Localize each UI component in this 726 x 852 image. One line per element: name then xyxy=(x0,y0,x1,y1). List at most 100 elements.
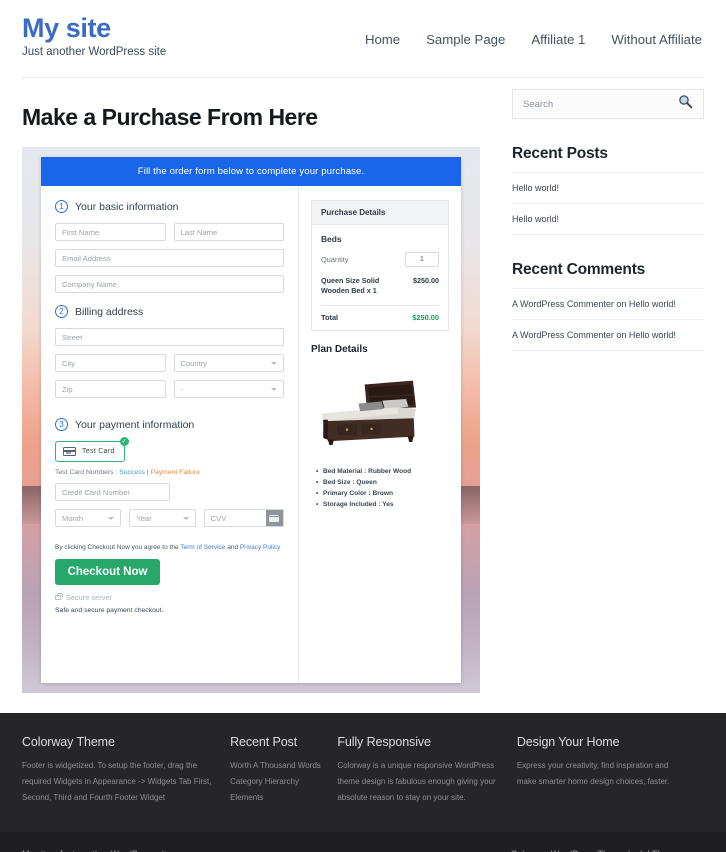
spec-item: Primary Color : Brown xyxy=(316,489,449,500)
site-title[interactable]: My site xyxy=(22,14,166,43)
name-row: First Name Last Name xyxy=(55,223,284,249)
terms-agreement-text: By clicking Checkout Now you agree to th… xyxy=(55,544,284,551)
recent-comments-list: A WordPress Commenter on Hello world! A … xyxy=(512,289,704,351)
nav-item-affiliate-1[interactable]: Affiliate 1 xyxy=(531,32,585,47)
country-select-text: Country xyxy=(180,358,208,368)
recent-post-item[interactable]: Hello world! xyxy=(512,173,704,204)
expiry-cvv-row: Month Year CVV xyxy=(55,509,284,535)
footer-column-title: Fully Responsive xyxy=(337,735,431,749)
recent-comments-title: Recent Comments xyxy=(512,261,704,289)
purchase-details-title: Purchase Details xyxy=(312,201,448,225)
page-title: Make a Purchase From Here xyxy=(22,104,318,130)
spec-item: Storage Included : Yes xyxy=(316,500,449,511)
test-card-option[interactable]: Test Card xyxy=(55,441,125,462)
primary-navigation: Home Sample Page Affiliate 1 Without Aff… xyxy=(365,14,704,47)
search-input[interactable]: Search xyxy=(523,99,553,110)
footer-column-text: Footer is widgetized. To setup the foote… xyxy=(22,761,212,802)
quantity-label: Quantity xyxy=(321,255,349,264)
credit-card-number-input[interactable]: Credit Card Number xyxy=(55,483,170,501)
first-name-input[interactable]: First Name xyxy=(55,223,166,241)
last-name-input[interactable]: Last Name xyxy=(173,223,284,241)
secure-server-row: Secure server xyxy=(55,593,284,602)
test-card-label: Test Card xyxy=(82,448,115,455)
footer-column-fully-responsive: Fully Responsive Colorway is a unique re… xyxy=(337,735,517,806)
test-success-link[interactable]: Success xyxy=(119,469,145,476)
chevron-down-icon xyxy=(108,516,115,520)
footer-bottom-bar: My site - Just another WordPress site Co… xyxy=(0,832,726,852)
checkout-card: Fill the order form below to complete yo… xyxy=(41,157,461,683)
footer-column-design-your-home: Design Your Home Express your creativity… xyxy=(517,735,704,806)
bed-product-image xyxy=(311,361,449,457)
footer-column-title: Recent Post xyxy=(230,735,298,749)
site-header: My site Just another WordPress site Home… xyxy=(0,0,726,78)
bed-specs-list: Bed Material : Rubber Wood Bed Size : Qu… xyxy=(311,467,449,511)
country-select[interactable]: Country xyxy=(173,354,284,372)
terms-and: and xyxy=(225,544,240,551)
footer-list-item[interactable]: Worth A Thousand Words xyxy=(230,758,323,774)
checkout-now-button[interactable]: Checkout Now xyxy=(55,559,160,585)
recent-comment-item[interactable]: A WordPress Commenter on Hello world! xyxy=(512,320,704,351)
credit-card-icon xyxy=(63,447,76,456)
email-input[interactable]: Email Address xyxy=(55,249,284,267)
step-2-label: Billing address xyxy=(75,305,144,318)
terms-prefix: By clicking Checkout Now you agree to th… xyxy=(55,544,181,551)
total-row: Total $250.00 xyxy=(321,313,439,322)
street-input[interactable]: Street xyxy=(55,328,284,346)
purchase-details-box: Purchase Details Beds Quantity 1 Queen S… xyxy=(311,200,449,331)
line-item-name: Queen Size Solid Wooden Bed x 1 xyxy=(321,276,380,296)
cvv-help-button[interactable] xyxy=(265,510,283,526)
purchase-details-body: Beds Quantity 1 Queen Size Solid Wooden … xyxy=(312,225,448,330)
test-failure-link[interactable]: Payment Failure xyxy=(150,469,200,476)
company-name-input[interactable]: Company Name xyxy=(55,275,284,293)
nav-item-home[interactable]: Home xyxy=(365,32,400,47)
city-input[interactable]: City xyxy=(55,354,166,372)
cvv-input[interactable]: CVV xyxy=(203,509,284,527)
spec-item: Bed Material : Rubber Wood xyxy=(316,467,449,478)
check-circle-icon: ✓ xyxy=(119,437,129,446)
terms-of-service-link[interactable]: Term of Service xyxy=(180,544,225,551)
recent-comment-item[interactable]: A WordPress Commenter on Hello world! xyxy=(512,289,704,320)
quantity-input[interactable]: 1 xyxy=(405,252,439,267)
footer-column-title: Design Your Home xyxy=(516,735,620,749)
chevron-down-icon xyxy=(271,361,277,365)
test-numbers-prefix: Test Card Numbers : xyxy=(55,469,120,476)
footer-list-item[interactable]: Category Hierarchy xyxy=(230,774,323,790)
footer-list-item[interactable]: Elements xyxy=(230,790,323,806)
nav-item-without-affiliate[interactable]: Without Affiliate xyxy=(611,32,702,47)
total-label: Total xyxy=(321,312,339,322)
product-name: Beds xyxy=(321,234,342,244)
site-tagline: Just another WordPress site xyxy=(22,46,167,59)
step-1-number: 1 xyxy=(55,200,68,213)
city-input-text: City xyxy=(62,358,76,368)
chevron-down-icon xyxy=(271,387,277,391)
privacy-policy-link[interactable]: Privacy Policy xyxy=(240,544,280,551)
zip-input[interactable]: Zip xyxy=(55,380,166,398)
footer-column-text: Colorway is a unique responsive WordPres… xyxy=(337,761,496,802)
recent-posts-title: Recent Posts xyxy=(512,145,704,173)
widget-spacer xyxy=(512,235,704,261)
search-widget[interactable]: Search xyxy=(512,89,704,119)
footer-column-text: Express your creativity, find inspiratio… xyxy=(516,761,670,786)
step-2-header: 2 Billing address xyxy=(55,305,284,318)
state-select[interactable]: - xyxy=(173,380,284,398)
footer-widgets: Colorway Theme Footer is widgetized. To … xyxy=(0,713,726,832)
step-2-number: 2 xyxy=(55,305,68,318)
plan-details-title: Plan Details xyxy=(311,343,368,355)
recent-post-item[interactable]: Hello world! xyxy=(512,204,704,235)
step-3-label: Your payment information xyxy=(75,418,195,431)
chevron-down-icon xyxy=(182,516,189,520)
order-summary-pane: Purchase Details Beds Quantity 1 Queen S… xyxy=(299,186,461,683)
search-icon[interactable] xyxy=(678,94,693,114)
recent-posts-list: Hello world! Hello world! xyxy=(512,173,704,235)
nav-item-sample-page[interactable]: Sample Page xyxy=(426,32,505,47)
expiry-year-select[interactable]: Year xyxy=(129,509,196,527)
state-select-text: - xyxy=(180,384,184,394)
checkout-banner: Fill the order form below to complete yo… xyxy=(41,157,461,186)
cvv-input-text: CVV xyxy=(210,513,227,523)
quantity-row: Quantity 1 xyxy=(321,252,439,267)
line-item-price: $250.00 xyxy=(413,276,439,285)
spec-item: Bed Size : Queen xyxy=(316,478,449,489)
expiry-month-select[interactable]: Month xyxy=(55,509,122,527)
site-branding: My site Just another WordPress site xyxy=(22,14,167,59)
step-3-header: 3 Your payment information xyxy=(55,418,284,431)
